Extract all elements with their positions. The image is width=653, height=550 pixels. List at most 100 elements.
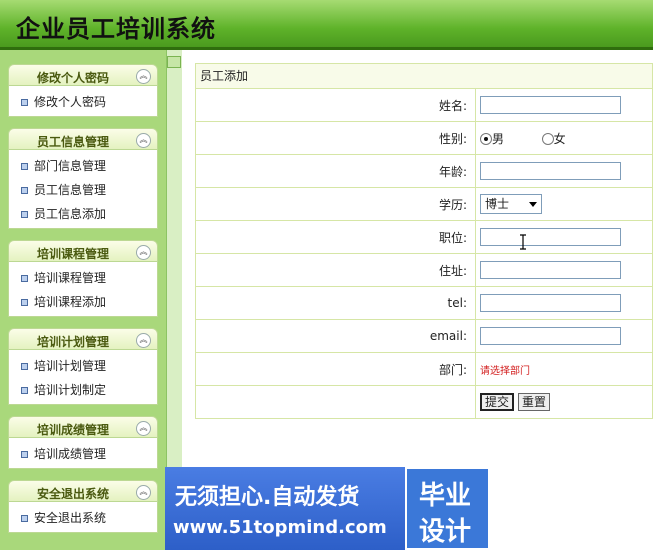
employee-form: 姓名: 性别: 男 女 年龄: 学历: 博士 职位: 住址: tel: emai… <box>195 88 653 419</box>
form-row-email: email: <box>195 319 653 353</box>
collapse-up-icon[interactable]: ︽ <box>136 133 151 148</box>
nav-group-title: 安全退出系统 <box>36 487 109 501</box>
collapse-up-icon[interactable]: ︽ <box>136 485 151 500</box>
form-row-address: 住址: <box>195 253 653 287</box>
nav-group-header[interactable]: 培训成绩管理 ︽ <box>8 416 158 438</box>
nav-group-title: 员工信息管理 <box>36 135 109 149</box>
panel-title: 员工添加 <box>195 63 653 88</box>
bullet-icon <box>21 187 28 194</box>
gender-female-label: 女 <box>553 131 566 146</box>
form-row-age: 年龄: <box>195 154 653 188</box>
name-label: 姓名: <box>195 88 476 122</box>
address-label: 住址: <box>195 253 476 287</box>
collapse-up-icon[interactable]: ︽ <box>136 333 151 348</box>
bullet-icon <box>21 275 28 282</box>
gender-female-radio[interactable] <box>541 133 554 145</box>
sidebar-item-label: 员工信息管理 <box>34 183 107 197</box>
email-input[interactable] <box>480 327 621 345</box>
nav-group-header[interactable]: 安全退出系统 ︽ <box>8 480 158 502</box>
bullet-icon <box>21 299 28 306</box>
gender-label: 性别: <box>195 121 476 155</box>
sidebar-item-employee-add[interactable]: 员工信息添加 <box>9 202 157 226</box>
position-label: 职位: <box>195 220 476 254</box>
form-row-education: 学历: 博士 <box>195 187 653 221</box>
banner-url: www.51topmind.com <box>173 517 387 538</box>
form-row-tel: tel: <box>195 286 653 320</box>
address-input[interactable] <box>480 261 621 279</box>
form-row-actions: 提交 重置 <box>195 385 653 419</box>
education-select[interactable]: 博士 <box>480 194 542 214</box>
dropdown-arrow-icon <box>529 202 537 207</box>
banner-badge: 毕业 设计 <box>405 467 490 550</box>
gender-male-label: 男 <box>492 131 505 146</box>
app-header: 企业员工培训系统 <box>0 0 653 50</box>
nav-group-course: 培训课程管理 ︽ 培训课程管理 培训课程添加 <box>8 240 158 317</box>
sidebar: 修改个人密码 ︽ 修改个人密码 员工信息管理 ︽ 部门信息管理 员工信息管理 员… <box>0 50 166 550</box>
sidebar-item-department-manage[interactable]: 部门信息管理 <box>9 154 157 178</box>
sidebar-item-score-manage[interactable]: 培训成绩管理 <box>9 442 157 466</box>
nav-group-password: 修改个人密码 ︽ 修改个人密码 <box>8 64 158 117</box>
bullet-icon <box>21 211 28 218</box>
sidebar-item-label: 安全退出系统 <box>34 511 107 525</box>
age-input[interactable] <box>480 162 621 180</box>
position-input[interactable] <box>480 228 621 246</box>
sidebar-item-label: 员工信息添加 <box>34 207 107 221</box>
submit-button[interactable]: 提交 <box>480 393 515 411</box>
employee-add-panel: 员工添加 姓名: 性别: 男 女 年龄: 学历: 博士 职位: 住址: tel:… <box>195 63 653 419</box>
collapse-up-icon[interactable]: ︽ <box>136 245 151 260</box>
gender-male-radio[interactable] <box>480 133 492 145</box>
sidebar-item-label: 培训计划制定 <box>34 383 107 397</box>
bullet-icon <box>21 363 28 370</box>
sidebar-item-label: 部门信息管理 <box>34 159 107 173</box>
sidebar-item-label: 培训计划管理 <box>34 359 107 373</box>
sidebar-item-employee-manage[interactable]: 员工信息管理 <box>9 178 157 202</box>
name-input[interactable] <box>480 96 621 114</box>
sidebar-item-label: 培训成绩管理 <box>34 447 107 461</box>
bullet-icon <box>21 515 28 522</box>
form-row-department: 部门: 请选择部门 <box>195 352 653 386</box>
department-error-message: 请选择部门 <box>480 365 530 377</box>
collapse-up-icon[interactable]: ︽ <box>136 421 151 436</box>
sidebar-item-label: 培训课程管理 <box>34 271 107 285</box>
nav-group-title: 培训计划管理 <box>36 335 109 349</box>
nav-group-header[interactable]: 培训计划管理 ︽ <box>8 328 158 350</box>
nav-group-title: 培训成绩管理 <box>36 423 109 437</box>
department-label: 部门: <box>195 352 476 386</box>
nav-group-score: 培训成绩管理 ︽ 培训成绩管理 <box>8 416 158 469</box>
sidebar-item-plan-create[interactable]: 培训计划制定 <box>9 378 157 402</box>
bullet-icon <box>21 387 28 394</box>
nav-group-plan: 培训计划管理 ︽ 培训计划管理 培训计划制定 <box>8 328 158 405</box>
app-title: 企业员工培训系统 <box>16 14 216 43</box>
education-label: 学历: <box>195 187 476 221</box>
nav-group-header[interactable]: 培训课程管理 ︽ <box>8 240 158 262</box>
sidebar-item-label: 培训课程添加 <box>34 295 107 309</box>
nav-group-employee: 员工信息管理 ︽ 部门信息管理 员工信息管理 员工信息添加 <box>8 128 158 229</box>
bullet-icon <box>21 163 28 170</box>
ad-banner[interactable]: 无须担心.自动发货 www.51topmind.com 毕业 设计 <box>165 467 490 550</box>
nav-group-header[interactable]: 员工信息管理 ︽ <box>8 128 158 150</box>
tel-label: tel: <box>195 286 476 320</box>
banner-badge-line2: 设计 <box>419 517 472 547</box>
text-cursor-icon <box>520 234 526 250</box>
sidebar-item-course-add[interactable]: 培训课程添加 <box>9 290 157 314</box>
reset-button[interactable]: 重置 <box>518 393 551 411</box>
nav-group-logout: 安全退出系统 ︽ 安全退出系统 <box>8 480 158 533</box>
bullet-icon <box>21 99 28 106</box>
form-row-position: 职位: <box>195 220 653 254</box>
sidebar-item-change-password[interactable]: 修改个人密码 <box>9 90 157 114</box>
sidebar-item-logout[interactable]: 安全退出系统 <box>9 506 157 530</box>
nav-group-title: 修改个人密码 <box>36 71 109 85</box>
nav-group-title: 培训课程管理 <box>36 247 109 261</box>
tel-input[interactable] <box>480 294 621 312</box>
sidebar-item-label: 修改个人密码 <box>34 95 107 109</box>
banner-headline: 无须担心.自动发货 <box>175 485 360 510</box>
sidebar-item-course-manage[interactable]: 培训课程管理 <box>9 266 157 290</box>
sidebar-item-plan-manage[interactable]: 培训计划管理 <box>9 354 157 378</box>
form-row-gender: 性别: 男 女 <box>195 121 653 155</box>
email-label: email: <box>195 319 476 353</box>
splitter-handle-icon[interactable] <box>167 56 181 68</box>
education-selected: 博士 <box>485 197 510 211</box>
nav-group-header[interactable]: 修改个人密码 ︽ <box>8 64 158 86</box>
age-label: 年龄: <box>195 154 476 188</box>
collapse-up-icon[interactable]: ︽ <box>136 69 151 84</box>
